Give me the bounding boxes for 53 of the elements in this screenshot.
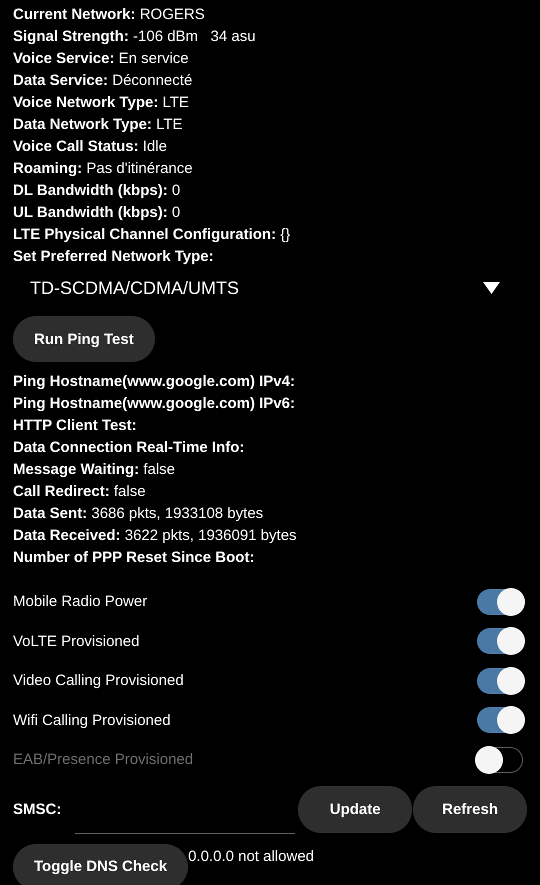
field-label: Data Received: <box>13 526 121 546</box>
toggle-label: VoLTE Provisioned <box>13 632 140 650</box>
field-value: ROGERS <box>140 5 205 25</box>
field-value: 0 <box>172 181 180 201</box>
field-value: 3686 pkts, 1933108 bytes <box>91 504 264 524</box>
field-value: false <box>114 482 146 502</box>
toggle-switch[interactable] <box>477 628 523 654</box>
field-label: UL Bandwidth (kbps): <box>13 203 168 223</box>
field-label: Data Service: <box>13 71 108 91</box>
field-label: Current Network: <box>13 5 136 25</box>
field-label: Data Network Type: <box>13 115 152 135</box>
field-value: 0 <box>172 203 180 223</box>
field-label: Voice Network Type: <box>13 93 158 113</box>
dns-status-text: 0.0.0.0 not allowed <box>188 848 314 864</box>
smsc-action-button[interactable]: Refresh <box>413 786 527 832</box>
field-label: Ping Hostname(www.google.com) IPv4: <box>13 372 295 392</box>
field-value: En service <box>118 49 189 69</box>
field-label: Ping Hostname(www.google.com) IPv6: <box>13 394 295 414</box>
field-label: Data Sent: <box>13 504 88 524</box>
field-label: HTTP Client Test: <box>13 416 137 436</box>
field-value: false <box>143 460 175 480</box>
field-label: Set Preferred Network Type: <box>13 247 214 267</box>
field-label: Number of PPP Reset Since Boot: <box>13 548 254 568</box>
field-value: Idle <box>142 137 167 157</box>
field-value: LTE <box>162 93 189 113</box>
toggle-label: Mobile Radio Power <box>13 593 148 610</box>
field-label: LTE Physical Channel Configuration: <box>13 225 276 245</box>
run-ping-test-button[interactable]: Run Ping Test <box>13 316 155 362</box>
toggle-switch[interactable] <box>477 707 523 734</box>
field-label: Voice Call Status: <box>13 137 139 157</box>
toggle-label: Video Calling Provisioned <box>13 672 184 690</box>
field-label: Signal Strength: <box>13 27 129 47</box>
field-value: -106 dBm 34 asu <box>133 27 256 47</box>
smsc-label: SMSC: <box>13 800 62 818</box>
dropdown-arrow-icon <box>483 282 500 294</box>
field-value: Déconnecté <box>112 71 192 91</box>
toggle-label: EAB/Presence Provisioned <box>13 751 194 768</box>
field-label: Voice Service: <box>13 49 114 69</box>
field-label: DL Bandwidth (kbps): <box>13 181 168 201</box>
field-value: LTE <box>156 115 182 135</box>
toggle-switch[interactable] <box>477 588 523 615</box>
smsc-action-button[interactable]: Update <box>298 786 412 832</box>
toggle-label: Wifi Calling Provisioned <box>13 712 171 729</box>
field-label: Call Redirect: <box>13 482 110 502</box>
field-value: {} <box>280 225 290 245</box>
field-label: Roaming: <box>13 159 82 179</box>
field-label: Data Connection Real-Time Info: <box>13 438 244 458</box>
toggle-switch[interactable] <box>477 668 523 694</box>
field-value: 3622 pkts, 1936091 bytes <box>124 526 297 546</box>
field-label: Message Waiting: <box>13 460 140 480</box>
network-type-dropdown[interactable]: TD-SCDMA/CDMA/UMTS <box>13 268 540 308</box>
field-value: Pas d'itinérance <box>86 159 193 179</box>
toggle-dns-check-button[interactable]: Toggle DNS Check <box>13 844 188 885</box>
